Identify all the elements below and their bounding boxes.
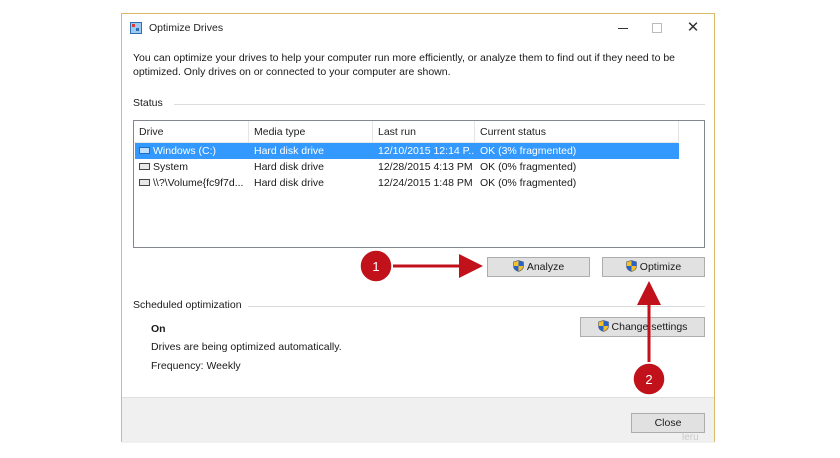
media-type: Hard disk drive [254, 177, 325, 189]
current-status: OK (0% fragmented) [480, 177, 577, 189]
change-settings-label: Change settings [611, 321, 688, 333]
uac-shield-icon [513, 260, 524, 272]
column-divider[interactable] [474, 121, 475, 142]
optimize-label: Optimize [639, 261, 682, 273]
media-type: Hard disk drive [254, 161, 325, 173]
column-header-last-run[interactable]: Last run [378, 126, 416, 138]
optimize-button[interactable]: Optimize [602, 257, 705, 277]
media-type: Hard disk drive [254, 145, 325, 157]
uac-shield-icon [597, 320, 609, 332]
minimize-button[interactable] [608, 18, 638, 38]
minimize-icon [618, 27, 628, 29]
schedule-description: Drives are being optimized automatically… [151, 341, 342, 353]
drive-name: Windows (C:) [153, 145, 217, 157]
close-button[interactable]: Close [631, 413, 705, 433]
last-run: 12/10/2015 12:14 P... [378, 145, 474, 157]
drive-row-windows[interactable]: Windows (C:) Hard disk drive 12/10/2015 … [135, 143, 679, 159]
current-status: OK (3% fragmented) [480, 145, 577, 157]
dialog-footer: Close [122, 397, 714, 443]
defrag-app-icon [130, 22, 142, 34]
window-title: Optimize Drives [149, 22, 224, 34]
schedule-state: On [151, 323, 166, 335]
column-header-media-type[interactable]: Media type [254, 126, 305, 138]
drives-list[interactable]: Drive Media type Last run Current status… [133, 120, 705, 248]
close-window-button[interactable]: ✕ [678, 18, 708, 38]
analyze-label: Analyze [526, 261, 565, 273]
column-header-drive[interactable]: Drive [139, 126, 164, 138]
watermark: leru [682, 432, 699, 443]
list-header: Drive Media type Last run Current status [134, 121, 679, 143]
schedule-frequency: Frequency: Weekly [151, 360, 241, 372]
drive-name: \\?\Volume{fc9f7d... [153, 177, 244, 189]
current-status: OK (0% fragmented) [480, 161, 577, 173]
hard-drive-icon [139, 179, 150, 186]
close-icon: ✕ [686, 19, 700, 36]
drive-row-volume[interactable]: \\?\Volume{fc9f7d... Hard disk drive 12/… [135, 175, 679, 191]
drive-row-system[interactable]: System Hard disk drive 12/28/2015 4:13 P… [135, 159, 679, 175]
maximize-button[interactable] [642, 18, 672, 38]
column-divider[interactable] [372, 121, 373, 142]
windows-drive-icon [139, 147, 150, 154]
intro-text: You can optimize your drives to help you… [133, 52, 676, 78]
column-header-current-status[interactable]: Current status [480, 126, 546, 138]
hard-drive-icon [139, 163, 150, 170]
uac-shield-icon [625, 260, 637, 272]
status-divider [174, 104, 705, 105]
column-divider[interactable] [678, 121, 679, 142]
change-settings-button[interactable]: Change settings [580, 317, 705, 337]
status-label: Status [133, 97, 163, 109]
last-run: 12/24/2015 1:48 PM [378, 177, 473, 189]
title-bar[interactable]: Optimize Drives ✕ [122, 14, 714, 42]
scheduled-optimization-label: Scheduled optimization [133, 299, 242, 311]
maximize-icon [652, 23, 662, 34]
drive-name: System [153, 161, 189, 173]
last-run: 12/28/2015 4:13 PM [378, 161, 473, 173]
column-divider[interactable] [248, 121, 249, 142]
analyze-button[interactable]: Analyze [487, 257, 590, 277]
optimize-drives-window: Optimize Drives ✕ You can optimize your … [121, 13, 715, 443]
scheduled-divider [248, 306, 705, 307]
